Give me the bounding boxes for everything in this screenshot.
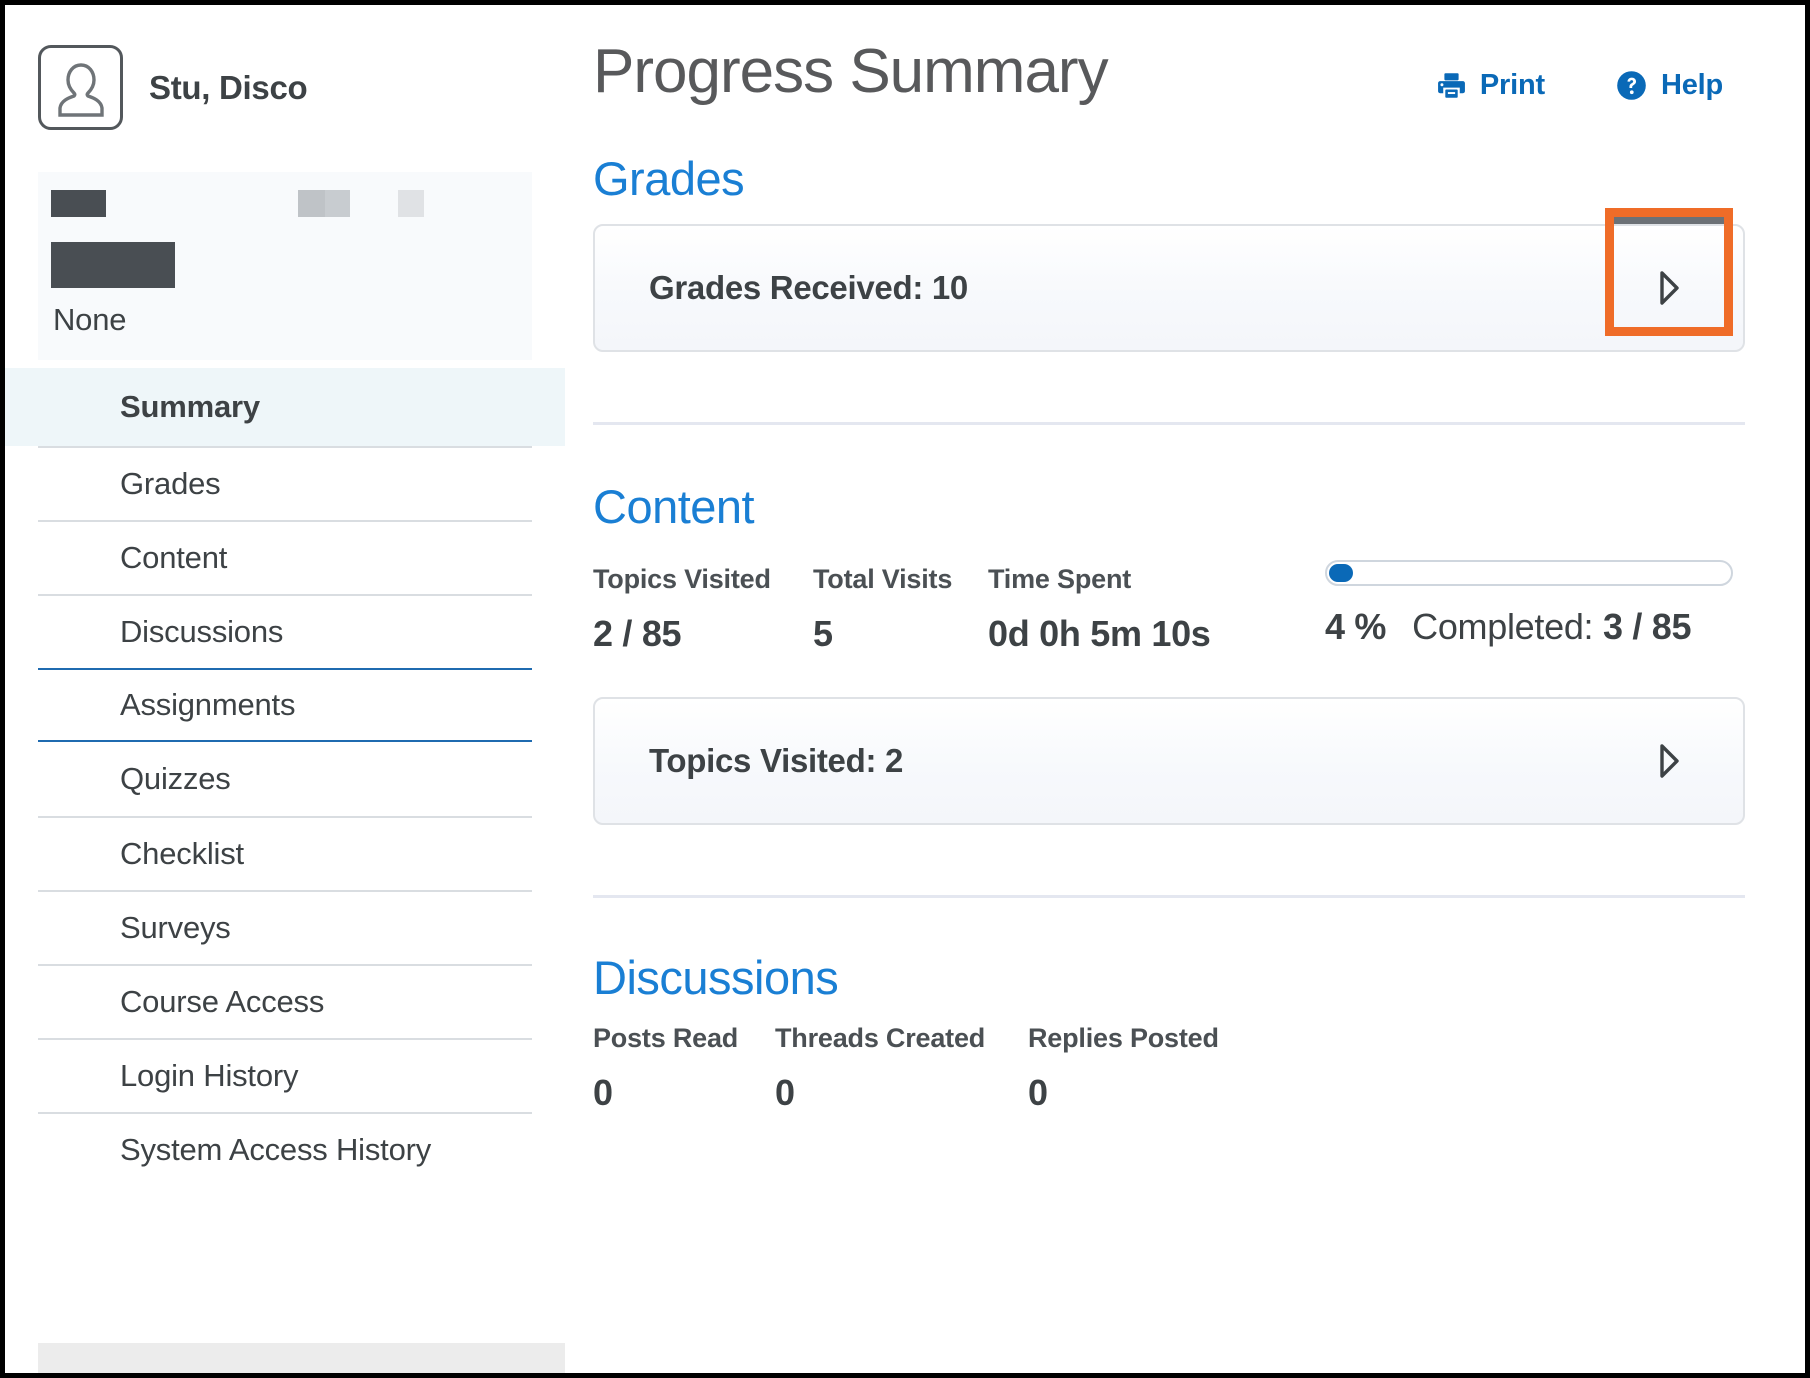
stat-total-visits: Total Visits 5 xyxy=(813,564,988,655)
redaction-block xyxy=(51,190,106,217)
redacted-course-row-1 xyxy=(38,190,532,217)
stat-replies-posted: Replies Posted 0 xyxy=(1028,1023,1258,1114)
highlight-top-bar xyxy=(1614,217,1724,224)
redaction-block xyxy=(298,190,325,217)
completed-caption: Completed: 3 / 85 xyxy=(1412,606,1691,648)
printer-icon xyxy=(1436,70,1467,101)
sidebar-item-course-access[interactable]: Course Access xyxy=(38,964,532,1038)
course-none-label: None xyxy=(53,302,127,337)
sidebar-item-label: Surveys xyxy=(120,910,231,945)
print-label: Print xyxy=(1479,69,1545,101)
stat-label: Topics Visited xyxy=(593,564,771,594)
stat-time-spent: Time Spent 0d 0h 5m 10s xyxy=(988,564,1248,655)
grades-section: Grades Grades Received: 10 xyxy=(593,155,1745,425)
discussions-section-title: Discussions xyxy=(593,951,839,1004)
stat-label: Total Visits xyxy=(813,564,953,594)
help-button[interactable]: Help xyxy=(1615,69,1723,102)
sidebar-item-summary[interactable]: Summary xyxy=(5,368,565,446)
section-divider xyxy=(593,422,1745,425)
chevron-right-icon[interactable] xyxy=(1655,741,1683,781)
progress-bar xyxy=(1325,560,1733,586)
sidebar-item-quizzes[interactable]: Quizzes xyxy=(38,742,532,816)
sidebar-item-label: Summary xyxy=(120,389,260,424)
sidebar-item-login-history[interactable]: Login History xyxy=(38,1038,532,1112)
sidebar-item-surveys[interactable]: Surveys xyxy=(38,890,532,964)
content-stats-area: Topics Visited 2 / 85 Total Visits 5 Tim… xyxy=(593,546,1745,655)
print-button[interactable]: Print xyxy=(1436,69,1545,102)
page-header: Progress Summary Print Help xyxy=(593,5,1745,103)
app-window: Stu, Disco None Summary Grades Content D… xyxy=(0,0,1810,1378)
user-avatar-icon xyxy=(53,59,109,117)
stat-label: Time Spent xyxy=(988,564,1132,594)
stat-value: 0 xyxy=(1028,1072,1048,1113)
page-title: Progress Summary xyxy=(593,37,1109,106)
stat-value: 0 xyxy=(775,1072,795,1113)
profile-header: Stu, Disco xyxy=(5,5,565,140)
stat-label: Posts Read xyxy=(593,1023,739,1053)
sidebar-item-checklist[interactable]: Checklist xyxy=(38,816,532,890)
stat-label: Threads Created xyxy=(775,1023,986,1053)
completed-label: Completed: xyxy=(1412,606,1594,647)
discussions-stats-row: Posts Read 0 Threads Created 0 Replies P… xyxy=(593,1023,1745,1114)
stat-topics-visited: Topics Visited 2 / 85 xyxy=(593,564,813,655)
topics-visited-card[interactable]: Topics Visited: 2 xyxy=(593,697,1745,825)
question-circle-icon xyxy=(1615,69,1648,102)
content-stats-row: Topics Visited 2 / 85 Total Visits 5 Tim… xyxy=(593,564,1248,655)
content-progress-area: 4 % Completed: 3 / 85 xyxy=(1325,546,1745,648)
section-divider xyxy=(593,895,1745,898)
stat-threads-created: Threads Created 0 xyxy=(775,1023,1028,1114)
sidebar-item-label: Discussions xyxy=(120,614,284,649)
progress-percent-label: 4 % xyxy=(1325,606,1387,647)
stat-value: 5 xyxy=(813,613,833,654)
sidebar-item-content[interactable]: Content xyxy=(38,520,532,594)
sidebar-item-label: Grades xyxy=(120,466,221,501)
completed-value: 3 / 85 xyxy=(1602,606,1692,647)
profile-name: Stu, Disco xyxy=(149,68,308,106)
sidebar-item-label: Assignments xyxy=(120,687,296,722)
discussions-section: Discussions Posts Read 0 Threads Created… xyxy=(593,954,1745,1114)
sidebar-item-label: Quizzes xyxy=(120,761,231,796)
avatar xyxy=(38,45,123,130)
highlight-annotation-box xyxy=(1605,208,1733,336)
stat-label: Replies Posted xyxy=(1028,1023,1219,1053)
redacted-course-row-2 xyxy=(38,242,532,288)
sidebar-item-label: Content xyxy=(120,540,228,575)
course-selector-block[interactable]: None xyxy=(38,172,532,360)
sidebar-nav: Summary Grades Content Discussions Assig… xyxy=(5,368,565,1186)
stat-value: 0d 0h 5m 10s xyxy=(988,613,1211,654)
sidebar-item-grades[interactable]: Grades xyxy=(38,446,532,520)
content-section: Content Topics Visited 2 / 85 Total Visi… xyxy=(593,483,1745,898)
grades-section-title: Grades xyxy=(593,152,745,205)
sidebar: Stu, Disco None Summary Grades Content D… xyxy=(5,5,565,1373)
progress-caption: 4 % Completed: 3 / 85 xyxy=(1325,606,1745,648)
main-content: Progress Summary Print Help Grades Grade… xyxy=(565,5,1805,1373)
stat-value: 2 / 85 xyxy=(593,613,682,654)
header-actions: Print Help xyxy=(1436,41,1745,102)
progress-bar-fill xyxy=(1329,564,1354,582)
sidebar-item-system-access-history[interactable]: System Access History xyxy=(38,1112,532,1186)
page-layout: Stu, Disco None Summary Grades Content D… xyxy=(5,5,1805,1373)
redaction-block xyxy=(51,242,175,288)
sidebar-item-label: System Access History xyxy=(120,1132,432,1167)
stat-posts-read: Posts Read 0 xyxy=(593,1023,775,1114)
content-section-title: Content xyxy=(593,480,755,533)
sidebar-item-label: Checklist xyxy=(120,836,244,871)
sidebar-item-label: Course Access xyxy=(120,984,325,1019)
stat-value: 0 xyxy=(593,1072,613,1113)
redaction-block xyxy=(325,190,350,217)
sidebar-footer-band xyxy=(38,1343,565,1373)
grades-received-label: Grades Received: 10 xyxy=(649,269,968,306)
sidebar-item-assignments[interactable]: Assignments xyxy=(38,668,532,742)
sidebar-item-discussions[interactable]: Discussions xyxy=(38,594,532,668)
help-label: Help xyxy=(1660,69,1723,101)
grades-received-card[interactable]: Grades Received: 10 xyxy=(593,208,1745,352)
redaction-block xyxy=(398,190,424,217)
topics-visited-label: Topics Visited: 2 xyxy=(649,742,904,779)
sidebar-item-label: Login History xyxy=(120,1058,299,1093)
